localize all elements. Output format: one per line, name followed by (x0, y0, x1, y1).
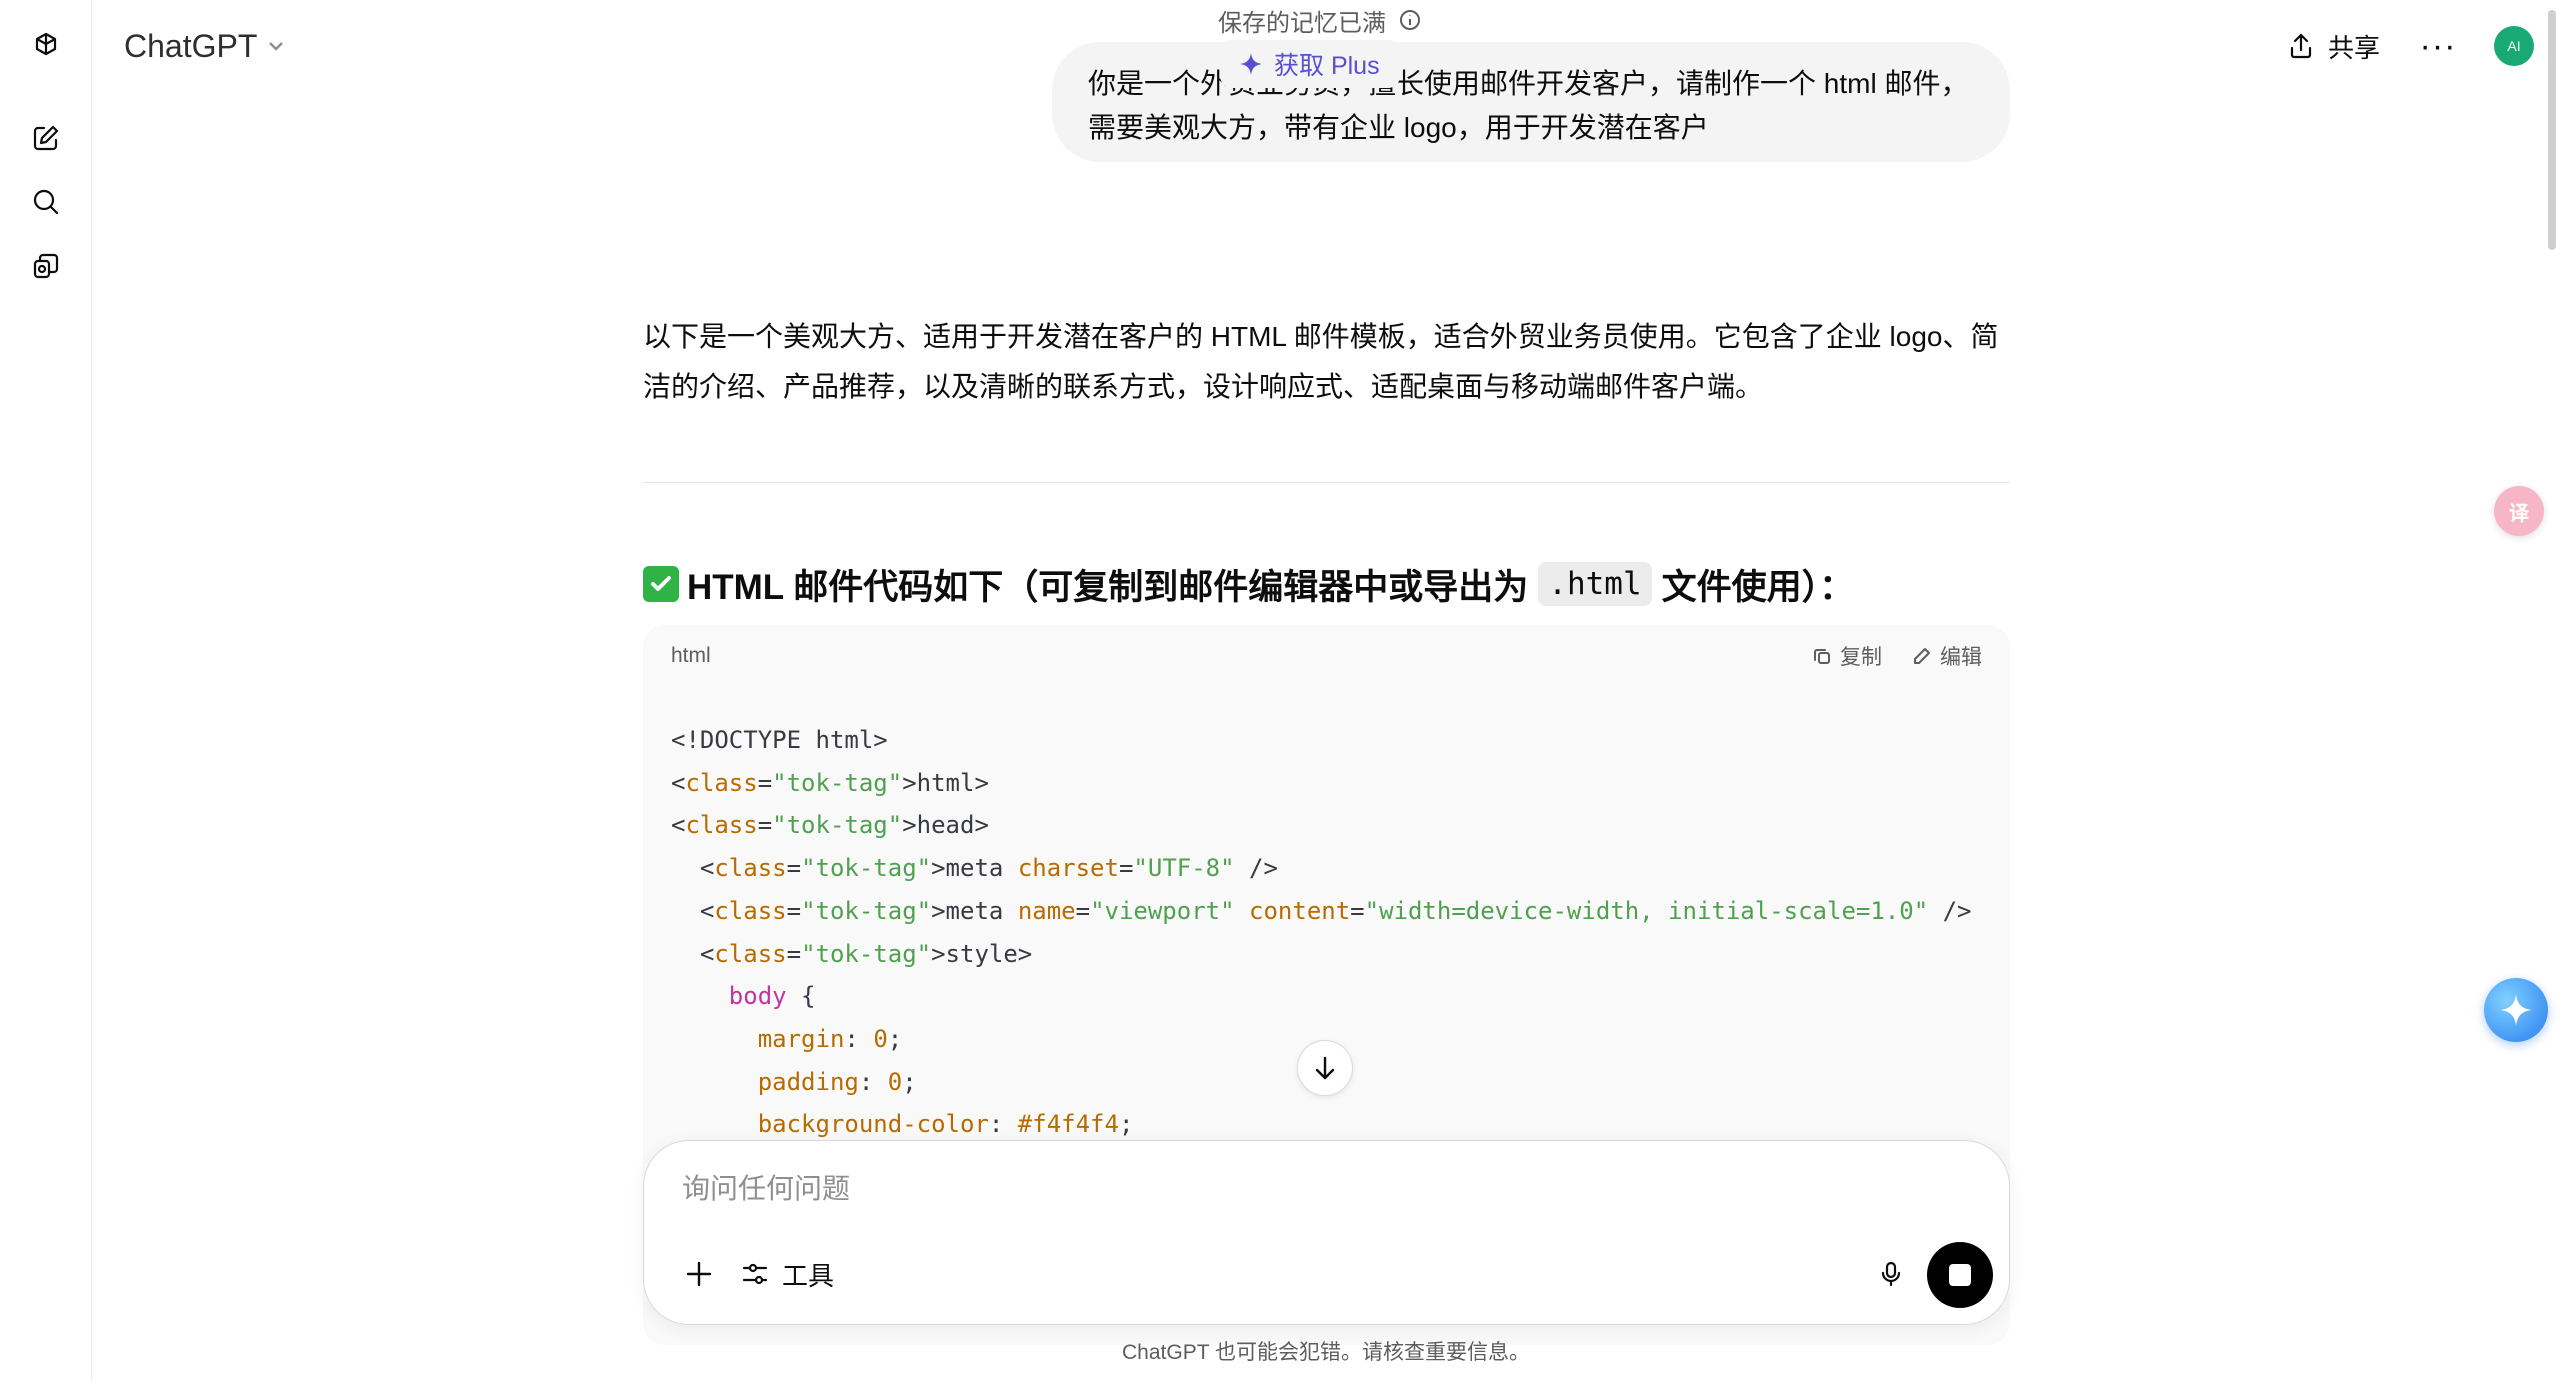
arrow-down-icon (1315, 1056, 1335, 1080)
code-line: <class="tok-tag">style> (671, 939, 1033, 968)
heading-text-before: HTML 邮件代码如下（可复制到邮件编辑器中或导出为 (687, 567, 1529, 607)
more-options-button[interactable]: ··· (2418, 26, 2458, 66)
memory-notice-text: 保存的记忆已满 (1218, 9, 1386, 37)
assistant-intro-text: 以下是一个美观大方、适用于开发潜在客户的 HTML 邮件模板，适合外贸业务员使用… (643, 321, 1999, 402)
stop-icon (1949, 1264, 1971, 1286)
composer: 工具 (643, 1140, 2010, 1325)
chevron-down-icon (269, 42, 284, 51)
voice-input-button[interactable] (1866, 1249, 1916, 1299)
edit-pencil-icon (1914, 648, 1930, 664)
share-icon (2290, 33, 2312, 59)
edit-label: 编辑 (1940, 646, 1982, 669)
sparkle-icon (1240, 53, 1262, 75)
scrollbar-thumb[interactable] (2548, 10, 2556, 250)
library-icon[interactable] (26, 246, 66, 286)
copy-icon (1814, 649, 1830, 664)
new-chat-icon[interactable] (26, 118, 66, 158)
stop-generating-button[interactable] (1927, 1242, 1993, 1308)
memory-full-notice: 保存的记忆已满 (1218, 2, 1422, 38)
translate-extension-icon[interactable]: 译 (2494, 486, 2544, 536)
code-line: <!DOCTYPE html> (671, 726, 888, 754)
prompt-input[interactable] (682, 1167, 1782, 1211)
get-plus-button[interactable]: 获取 Plus (1220, 40, 1400, 88)
code-line: <class="tok-tag">meta charset="UTF-8" /> (671, 854, 1278, 883)
code-line: body { (728, 982, 816, 1011)
copy-label: 复制 (1840, 646, 1882, 669)
code-line: <class="tok-tag">meta name="viewport" co… (671, 896, 1972, 925)
plus-icon (686, 1261, 712, 1287)
user-message-bubble: 你是一个外贸业务员，擅长使用邮件开发客户，请制作一个 html 邮件，需要美观大… (1052, 42, 2010, 162)
disclaimer-text: ChatGPT 也可能会犯错。请核查重要信息。 (1122, 1341, 1530, 1364)
copy-code-button[interactable]: 复制 (1812, 641, 1882, 671)
share-button[interactable]: 共享 (2286, 26, 2380, 66)
divider (643, 482, 2010, 483)
info-icon[interactable] (1398, 8, 1422, 32)
model-selector[interactable]: ChatGPT (124, 26, 287, 66)
response-heading: HTML 邮件代码如下（可复制到邮件编辑器中或导出为 .html 文件使用）： (643, 556, 1854, 612)
share-label: 共享 (2328, 32, 2381, 63)
code-line: <class="tok-tag">html> (671, 768, 989, 797)
get-plus-label: 获取 Plus (1274, 52, 1380, 80)
more-icon: ··· (2419, 26, 2457, 65)
code-language-label: html (671, 644, 711, 667)
search-icon[interactable] (26, 182, 66, 222)
openai-logo-icon[interactable] (26, 26, 66, 66)
tools-label: 工具 (782, 1260, 835, 1291)
attach-button[interactable] (674, 1249, 724, 1299)
tools-button[interactable]: 工具 (740, 1249, 834, 1299)
check-mark-icon (643, 566, 679, 602)
heading-text-after: 文件使用）： (1661, 567, 1855, 607)
avatar[interactable]: AI (2494, 26, 2534, 66)
code-block-header: html 复制 编辑 (643, 625, 2010, 687)
heading-inline-code: .html (1538, 562, 1652, 606)
sliders-icon (742, 1263, 768, 1285)
ai-assistant-sparkle-icon[interactable] (2484, 978, 2548, 1042)
edit-code-button[interactable]: 编辑 (1912, 641, 1982, 671)
model-name: ChatGPT (124, 27, 258, 64)
avatar-initials: AI (2507, 38, 2521, 54)
microphone-icon (1881, 1261, 1901, 1287)
scrollbar[interactable] (2544, 0, 2560, 1381)
sidebar (0, 0, 92, 1381)
scroll-to-bottom-button[interactable] (1297, 1040, 1353, 1096)
code-line: <class="tok-tag">head> (671, 811, 989, 840)
